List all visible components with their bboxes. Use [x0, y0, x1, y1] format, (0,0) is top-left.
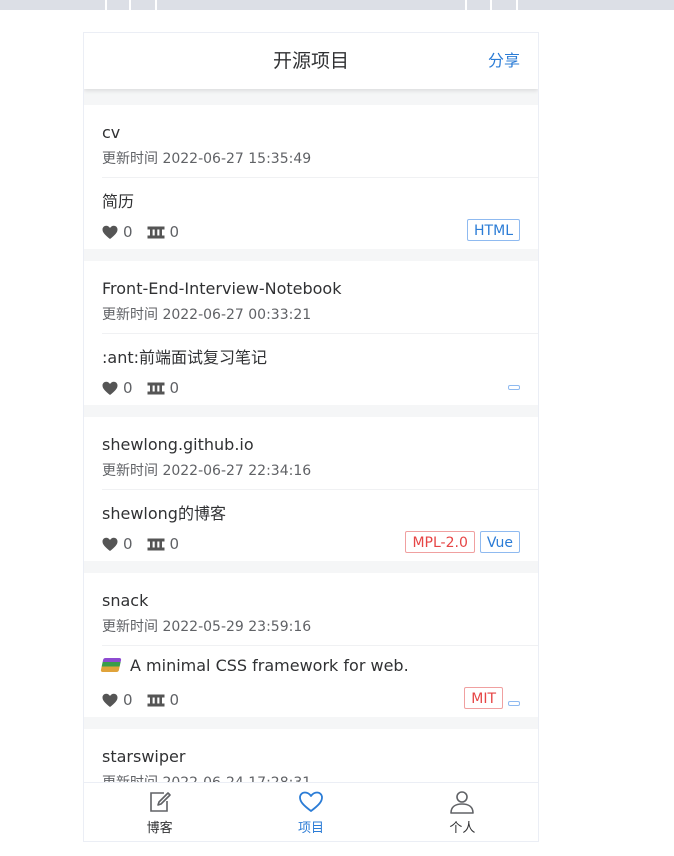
fork-count[interactable]: 0: [147, 691, 180, 709]
fork-icon: [147, 226, 165, 238]
edit-icon: [149, 792, 171, 812]
repo-tags: MPL-2.0 Vue: [400, 531, 520, 553]
repo-card[interactable]: cv 更新时间 2022-06-27 15:35:49 简历 0 0 HTML: [84, 105, 538, 249]
strip-divider: [465, 0, 467, 10]
browser-top-strip: [0, 0, 674, 10]
books-emoji-icon: [100, 658, 122, 672]
fork-count[interactable]: 0: [147, 535, 180, 553]
repo-name: cv: [102, 123, 121, 142]
like-icon: [102, 381, 118, 395]
fork-count-value: 0: [169, 535, 180, 553]
repo-tags: [503, 375, 520, 390]
repo-description-text: 简历: [102, 192, 135, 211]
like-count-value: 0: [123, 691, 133, 709]
repo-list: cv 更新时间 2022-06-27 15:35:49 简历 0 0 HTML Front-…: [84, 105, 538, 841]
strip-divider: [129, 0, 131, 10]
repo-tag: HTML: [467, 219, 520, 241]
like-icon: [102, 537, 118, 551]
strip-divider: [155, 0, 157, 10]
fork-icon: [147, 694, 165, 706]
repo-description-text: :ant:前端面试复习笔记: [102, 348, 268, 367]
like-icon: [102, 693, 118, 707]
repo-updated-time: 更新时间 2022-06-27 00:33:21: [102, 307, 312, 323]
like-count-value: 0: [123, 223, 133, 241]
fork-count-value: 0: [169, 691, 180, 709]
like-count[interactable]: 0: [102, 535, 133, 553]
repo-name: snack: [102, 591, 149, 610]
repo-updated-time: 更新时间 2022-05-29 23:59:16: [102, 619, 312, 635]
tab-label: 博客: [146, 821, 173, 836]
like-icon: [102, 225, 118, 239]
like-count[interactable]: 0: [102, 691, 133, 709]
tab-blog[interactable]: 博客: [84, 783, 235, 841]
repo-description: A minimal CSS framework for web.: [100, 656, 409, 675]
repo-stats: 00: [102, 379, 193, 397]
like-count-value: 0: [123, 379, 133, 397]
card-divider: [102, 333, 538, 334]
repo-name: starswiper: [102, 747, 186, 766]
repo-tags: HTML: [462, 219, 520, 241]
fork-icon: [147, 538, 165, 550]
strip-divider: [490, 0, 492, 10]
repo-stats: 00: [102, 691, 193, 709]
repo-stats: 00: [102, 535, 193, 553]
card-divider: [102, 489, 538, 490]
fork-count-value: 0: [169, 379, 180, 397]
heart-icon: [299, 791, 323, 812]
fork-count[interactable]: 0: [147, 223, 180, 241]
repo-name: shewlong.github.io: [102, 435, 254, 454]
page-title: 开源项目: [272, 50, 349, 72]
language-tag-empty: [508, 700, 520, 706]
like-count[interactable]: 0: [102, 223, 133, 241]
repo-description: shewlong的博客: [102, 500, 226, 524]
share-button[interactable]: 分享: [488, 33, 520, 89]
fork-icon: [147, 382, 165, 394]
strip-divider: [105, 0, 107, 10]
repo-updated-time: 更新时间 2022-06-27 22:34:16: [102, 463, 312, 479]
repo-description: 简历: [102, 188, 134, 212]
tab-projects[interactable]: 项目: [235, 783, 386, 841]
card-divider: [102, 177, 538, 178]
repo-tags: MIT: [459, 687, 520, 709]
repo-card[interactable]: shewlong.github.io 更新时间 2022-06-27 22:34:…: [84, 417, 538, 561]
like-count-value: 0: [123, 535, 133, 553]
fork-count[interactable]: 0: [147, 379, 180, 397]
card-divider: [102, 645, 538, 646]
like-count[interactable]: 0: [102, 379, 133, 397]
repo-tag: Vue: [479, 531, 520, 553]
repo-stats: 00: [102, 223, 193, 241]
nav-bar: 开源项目 分享: [84, 33, 538, 89]
language-tag-empty: [508, 385, 520, 390]
fork-count-value: 0: [169, 223, 180, 241]
bottom-tab-bar: 博客 项目 个人: [84, 782, 538, 841]
repo-description: :ant:前端面试复习笔记: [102, 344, 267, 368]
repo-description-text: shewlong的博客: [102, 504, 226, 523]
user-icon: [450, 791, 475, 814]
mobile-app-frame: 开源项目 分享 cv 更新时间 2022-06-27 15:35:49 简历 0 0 HT…: [83, 32, 539, 842]
repo-card[interactable]: Front-End-Interview-Notebook 更新时间 2022-06…: [84, 261, 538, 405]
repo-tag: MIT: [464, 687, 503, 709]
repo-card[interactable]: snack 更新时间 2022-05-29 23:59:16 A minimal C…: [84, 573, 538, 717]
tab-profile[interactable]: 个人: [387, 783, 538, 841]
tab-label: 项目: [297, 821, 324, 836]
strip-divider: [516, 0, 518, 10]
tab-label: 个人: [449, 821, 476, 836]
repo-description-text: A minimal CSS framework for web.: [130, 656, 409, 675]
repo-updated-time: 更新时间 2022-06-27 15:35:49: [102, 151, 312, 167]
repo-tag: MPL-2.0: [405, 531, 475, 553]
repo-name: Front-End-Interview-Notebook: [102, 279, 342, 298]
